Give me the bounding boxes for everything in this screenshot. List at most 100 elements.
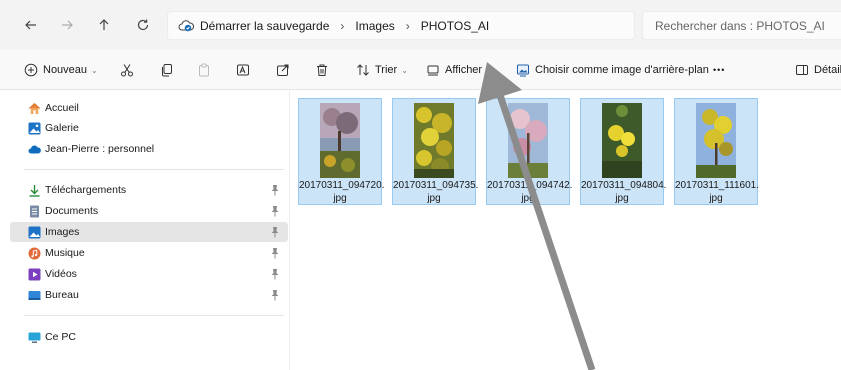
address-bar-row: Démarrer la sauvegarde › Images › PHOTOS…	[0, 0, 841, 50]
home-icon	[28, 102, 41, 115]
pin-icon[interactable]	[270, 247, 280, 259]
navigation-pane: Accueil Galerie Jean-Pierre : personnel …	[0, 91, 290, 370]
file-extension: jpg	[333, 193, 347, 204]
file-thumbnail[interactable]: 20170311_111601. jpg	[674, 98, 759, 205]
chevron-down-icon: ⌄	[91, 65, 98, 75]
back-arrow-icon[interactable]	[20, 14, 42, 36]
search-placeholder: Rechercher dans : PHOTOS_AI	[655, 18, 825, 33]
new-button-label: Nouveau	[43, 64, 88, 76]
sort-button[interactable]: Trier ⌄	[356, 60, 408, 80]
delete-button[interactable]	[315, 60, 329, 80]
rename-button[interactable]	[236, 60, 250, 80]
sidebar-item-music[interactable]: Musique	[10, 243, 288, 263]
file-list: 20170311_094720. jpg 20170311_094735. jp…	[291, 91, 841, 370]
sidebar-item-documents[interactable]: Documents	[10, 201, 288, 221]
sidebar-item-label: Téléchargements	[45, 184, 127, 196]
pin-icon[interactable]	[270, 205, 280, 217]
pin-icon[interactable]	[270, 289, 280, 301]
wallpaper-icon	[516, 63, 530, 77]
more-options-label: •••	[713, 65, 726, 75]
sidebar-item-gallery[interactable]: Galerie	[10, 118, 288, 138]
sidebar-item-videos[interactable]: Vidéos	[10, 264, 288, 284]
forward-arrow-icon[interactable]	[56, 14, 78, 36]
sidebar-item-label: Vidéos	[45, 268, 77, 280]
file-name: 20170311_094720. jpg	[299, 179, 384, 205]
backup-cloud-icon	[178, 19, 194, 33]
breadcrumb-separator: ›	[340, 18, 345, 33]
address-box[interactable]: Démarrer la sauvegarde › Images › PHOTOS…	[167, 11, 635, 40]
command-bar: Nouveau ⌄ Trier ⌄ Afficher Choisir comme…	[0, 50, 841, 90]
pin-icon[interactable]	[270, 226, 280, 238]
file-name-line: 20170311_094742.	[487, 180, 573, 191]
file-name-line: 20170311_094804.	[581, 180, 667, 191]
file-thumbnail[interactable]: 20170311_094742. jpg	[486, 98, 573, 205]
gallery-icon	[28, 122, 41, 135]
view-label: Afficher	[445, 64, 483, 76]
cut-button[interactable]	[120, 60, 134, 80]
photo-preview	[320, 103, 360, 178]
paste-icon	[197, 63, 211, 77]
pin-icon[interactable]	[270, 268, 280, 280]
download-icon	[28, 184, 41, 197]
file-name: 20170311_094742. jpg	[487, 179, 573, 205]
pictures-icon	[28, 226, 41, 239]
trash-icon	[315, 63, 329, 77]
sidebar-item-label: Galerie	[45, 122, 79, 134]
details-pane-button[interactable]: Détails	[795, 60, 841, 80]
up-arrow-icon[interactable]	[93, 14, 115, 36]
breadcrumb-separator: ›	[405, 18, 410, 33]
photo-preview	[602, 103, 642, 178]
file-extension: jpg	[615, 193, 629, 204]
search-input[interactable]: Rechercher dans : PHOTOS_AI	[642, 11, 841, 40]
paste-button[interactable]	[197, 60, 211, 80]
plus-circle-icon	[24, 63, 38, 77]
photo-preview	[508, 103, 548, 178]
sidebar-item-label: Jean-Pierre : personnel	[45, 143, 155, 155]
chevron-down-icon: ⌄	[401, 65, 408, 75]
sidebar-item-desktop[interactable]: Bureau	[10, 285, 288, 305]
file-thumbnail[interactable]: 20170311_094804. jpg	[580, 98, 667, 205]
file-thumbnail[interactable]: 20170311_094720. jpg	[298, 98, 384, 205]
set-wallpaper-button[interactable]: Choisir comme image d'arrière-plan	[516, 60, 709, 80]
share-icon	[276, 63, 290, 77]
file-name-line: 20170311_111601.	[675, 180, 759, 191]
sidebar-item-label: Bureau	[45, 289, 79, 301]
file-name: 20170311_094804. jpg	[581, 179, 667, 205]
file-thumbnail[interactable]: 20170311_094735. jpg	[392, 98, 478, 205]
share-button[interactable]	[276, 60, 290, 80]
desktop-icon	[28, 289, 41, 302]
file-extension: jpg	[521, 193, 535, 204]
breadcrumb-images[interactable]: Images	[355, 19, 394, 33]
sidebar-item-label: Ce PC	[45, 331, 76, 343]
sort-label: Trier	[375, 64, 398, 76]
sidebar-divider	[24, 169, 284, 170]
copy-button[interactable]	[160, 60, 174, 80]
pin-icon[interactable]	[270, 184, 280, 196]
details-pane-icon	[795, 63, 809, 77]
rename-icon	[236, 63, 250, 77]
sidebar-item-images[interactable]: Images	[10, 222, 288, 242]
breadcrumb-photos-ai[interactable]: PHOTOS_AI	[421, 19, 489, 33]
sidebar-item-label: Accueil	[45, 102, 79, 114]
documents-icon	[28, 205, 41, 218]
new-button[interactable]: Nouveau ⌄	[24, 60, 98, 80]
sidebar-item-onedrive[interactable]: Jean-Pierre : personnel	[10, 139, 288, 159]
view-button[interactable]: Afficher	[426, 60, 482, 80]
sidebar-item-downloads[interactable]: Téléchargements	[10, 180, 288, 200]
sidebar-item-home[interactable]: Accueil	[10, 98, 288, 118]
file-name: 20170311_111601. jpg	[675, 179, 759, 205]
more-options-button[interactable]: •••	[713, 60, 725, 80]
refresh-icon[interactable]	[132, 14, 154, 36]
set-wallpaper-label: Choisir comme image d'arrière-plan	[535, 64, 709, 76]
sidebar-item-label: Documents	[45, 205, 99, 217]
photo-preview	[414, 103, 454, 178]
file-extension: jpg	[709, 193, 723, 204]
sidebar-item-label: Musique	[45, 247, 85, 259]
videos-icon	[28, 268, 41, 281]
sidebar-item-this-pc[interactable]: Ce PC	[10, 327, 288, 347]
view-icon	[426, 63, 440, 77]
photo-preview	[696, 103, 736, 178]
breadcrumb-backup[interactable]: Démarrer la sauvegarde	[200, 19, 329, 33]
scissors-icon	[120, 63, 134, 77]
file-extension: jpg	[427, 193, 441, 204]
